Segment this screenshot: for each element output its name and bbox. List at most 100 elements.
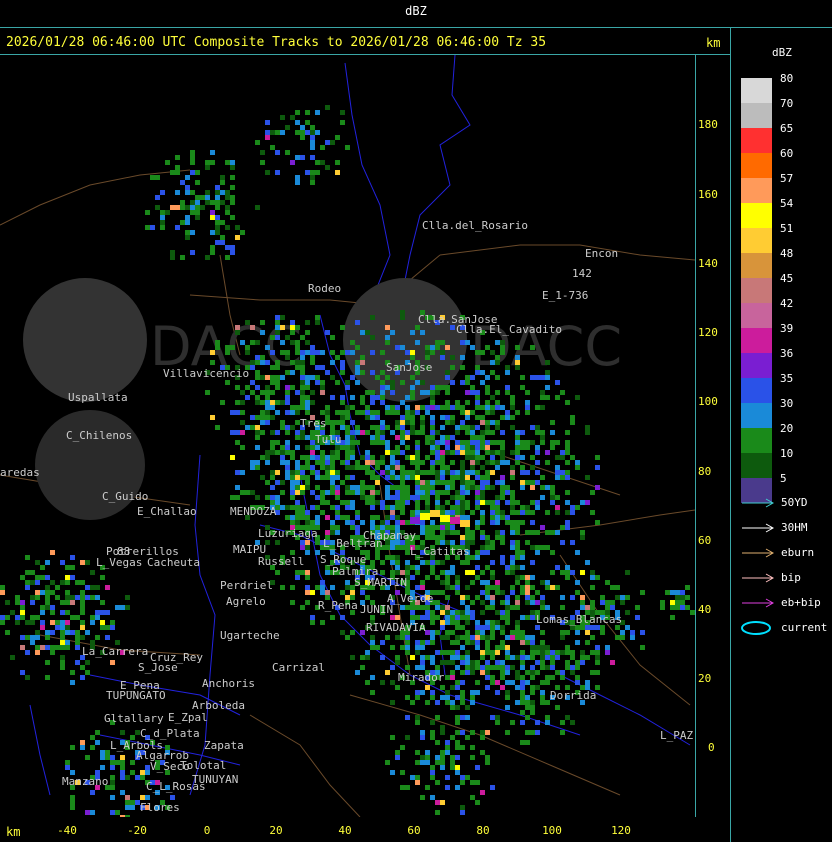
echo-cell xyxy=(430,730,435,735)
echo-cell xyxy=(425,455,430,460)
echo-cell xyxy=(515,520,520,525)
echo-cell xyxy=(430,430,435,435)
echo-cell xyxy=(485,445,490,450)
echo-cell xyxy=(320,510,325,515)
echo-cell xyxy=(370,515,375,520)
echo-cell xyxy=(425,355,430,360)
echo-cell xyxy=(545,545,550,550)
echo-cell xyxy=(305,435,310,440)
echo-cell xyxy=(450,405,455,410)
echo-cell xyxy=(300,475,305,480)
echo-cell xyxy=(545,715,550,720)
echo-cell xyxy=(515,460,520,465)
echo-cell xyxy=(360,455,365,460)
echo-cell xyxy=(65,630,70,635)
echo-cell xyxy=(510,520,515,525)
legend-swatch xyxy=(741,128,772,153)
echo-cell xyxy=(460,595,465,600)
echo-cell xyxy=(385,445,390,450)
echo-cell xyxy=(460,340,465,345)
echo-cell xyxy=(450,585,455,590)
echo-cell xyxy=(430,350,435,355)
echo-cell xyxy=(125,775,130,780)
echo-cell xyxy=(475,640,480,645)
echo-cell xyxy=(310,155,315,160)
echo-cell xyxy=(295,435,300,440)
echo-cell xyxy=(490,635,495,640)
echo-cell xyxy=(295,575,300,580)
echo-cell xyxy=(565,520,570,525)
echo-cell xyxy=(495,375,500,380)
echo-cell xyxy=(50,605,55,610)
echo-cell xyxy=(195,215,200,220)
echo-cell xyxy=(310,505,315,510)
legend-swatch xyxy=(741,253,772,278)
echo-cell xyxy=(305,550,310,555)
echo-cell xyxy=(530,345,535,350)
echo-cell xyxy=(460,715,465,720)
echo-cell xyxy=(455,615,460,620)
echo-cell xyxy=(455,585,460,590)
echo-cell xyxy=(380,505,385,510)
echo-cell xyxy=(425,500,430,505)
echo-cell xyxy=(290,470,295,475)
echo-cell xyxy=(505,385,510,390)
legend-value-label: 70 xyxy=(780,97,794,110)
echo-cell xyxy=(290,340,295,345)
echo-cell xyxy=(525,580,530,585)
echo-cell xyxy=(425,435,430,440)
echo-cell xyxy=(370,460,375,465)
echo-cell xyxy=(430,530,435,535)
echo-cell xyxy=(335,170,340,175)
echo-cell xyxy=(200,205,205,210)
echo-cell xyxy=(410,575,415,580)
echo-cell xyxy=(540,475,545,480)
echo-cell xyxy=(310,125,315,130)
echo-cell xyxy=(345,445,350,450)
echo-cell xyxy=(210,200,215,205)
echo-cell xyxy=(555,650,560,655)
echo-cell xyxy=(485,400,490,405)
echo-cell xyxy=(215,225,220,230)
echo-cell xyxy=(480,445,485,450)
echo-cell xyxy=(325,455,330,460)
echo-cell xyxy=(280,115,285,120)
echo-cell xyxy=(295,465,300,470)
echo-cell xyxy=(435,440,440,445)
echo-cell xyxy=(185,185,190,190)
echo-cell xyxy=(440,650,445,655)
echo-cell xyxy=(350,475,355,480)
echo-cell xyxy=(480,790,485,795)
echo-cell xyxy=(415,495,420,500)
echo-cell xyxy=(455,680,460,685)
echo-cell xyxy=(500,670,505,675)
echo-cell xyxy=(130,805,135,810)
echo-cell xyxy=(60,625,65,630)
echo-cell xyxy=(610,605,615,610)
echo-cell xyxy=(120,755,125,760)
echo-cell xyxy=(485,540,490,545)
echo-cell xyxy=(45,575,50,580)
echo-cell xyxy=(500,460,505,465)
echo-cell xyxy=(445,525,450,530)
echo-cell xyxy=(95,610,100,615)
echo-cell xyxy=(410,475,415,480)
echo-cell xyxy=(435,525,440,530)
echo-cell xyxy=(410,615,415,620)
echo-cell xyxy=(560,570,565,575)
echo-cell xyxy=(435,630,440,635)
echo-cell xyxy=(470,665,475,670)
echo-cell xyxy=(440,760,445,765)
echo-cell xyxy=(55,595,60,600)
echo-cell xyxy=(495,400,500,405)
echo-cell xyxy=(470,580,475,585)
echo-cell xyxy=(530,425,535,430)
echo-cell xyxy=(345,585,350,590)
echo-cell xyxy=(515,565,520,570)
legend-value-label: 42 xyxy=(780,297,794,310)
echo-cell xyxy=(410,390,415,395)
echo-cell xyxy=(480,670,485,675)
echo-cell xyxy=(395,420,400,425)
echo-cell xyxy=(450,495,455,500)
radar-map[interactable]: DACC DACC Clla.del_RosarioEncon142E_1-73… xyxy=(0,55,695,817)
